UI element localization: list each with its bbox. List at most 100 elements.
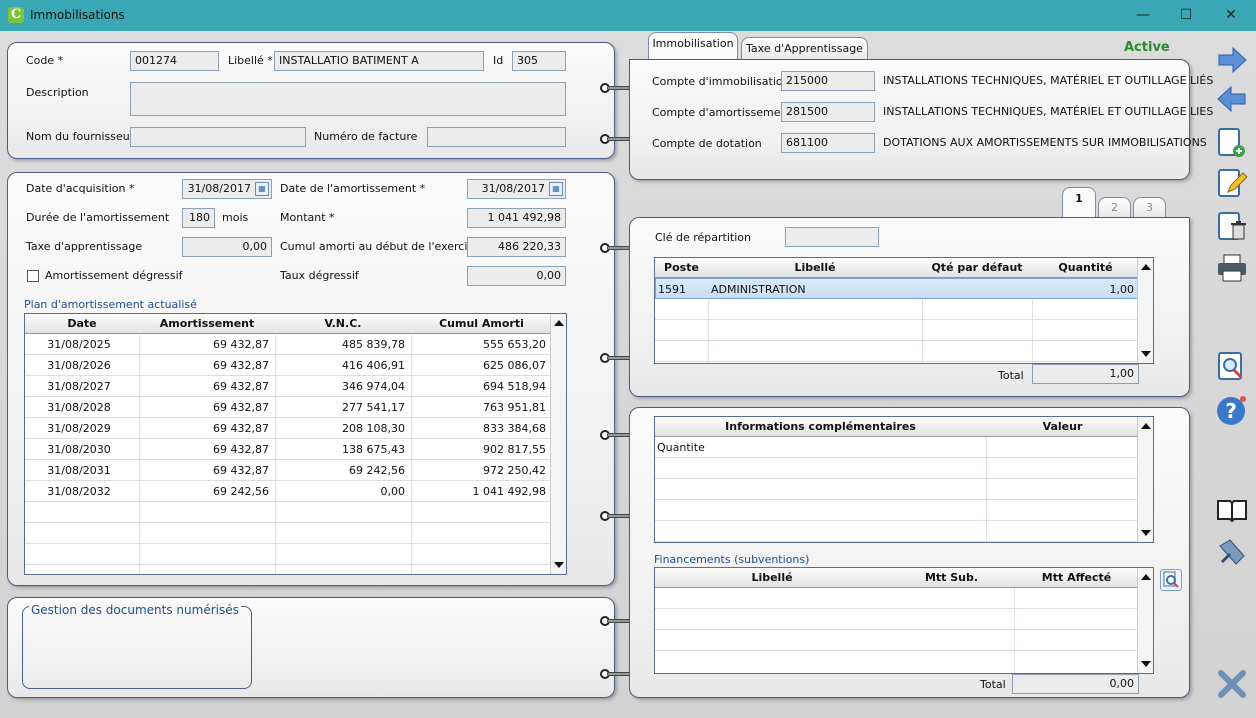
col-valeur[interactable]: Valeur [986, 417, 1139, 437]
table-row[interactable]: 31/08/2025 69 432,87 485 839,78 555 653,20 [25, 334, 552, 355]
scroll-down-icon[interactable] [1141, 661, 1151, 667]
table-row[interactable] [655, 588, 1139, 609]
delete-button[interactable] [1216, 211, 1248, 243]
taxe-label: Taxe d'apprentissage [26, 240, 143, 253]
plan-scrollbar[interactable] [550, 314, 566, 574]
search-button[interactable] [1216, 351, 1248, 383]
scroll-down-icon[interactable] [554, 562, 564, 568]
table-row[interactable] [655, 320, 1139, 341]
code-field[interactable]: 001274 [130, 51, 219, 71]
col-vnc[interactable]: V.N.C. [275, 314, 411, 334]
taux-field[interactable]: 0,00 [467, 266, 566, 286]
table-row[interactable] [25, 502, 552, 523]
table-row[interactable]: 31/08/2032 69 242,56 0,00 1 041 492,98 [25, 481, 552, 502]
col-cumul[interactable]: Cumul Amorti [411, 314, 552, 334]
financements-grid[interactable]: Libellé Mtt Sub. Mtt Affecté [654, 567, 1154, 674]
scroll-up-icon[interactable] [554, 320, 564, 326]
col-mtt-sub[interactable]: Mtt Sub. [889, 568, 1014, 588]
col-date[interactable]: Date [25, 314, 139, 334]
tab-taxe-apprentissage[interactable]: Taxe d'Apprentissage [741, 37, 868, 61]
repartition-scrollbar[interactable] [1137, 258, 1153, 363]
cell-cumul: 1 041 492,98 [472, 485, 546, 498]
repartition-grid[interactable]: Poste Libellé Qté par défaut Quantité 15… [654, 257, 1154, 364]
edit-button[interactable] [1216, 168, 1248, 200]
documents-box[interactable]: Gestion des documents numérisés [22, 603, 252, 689]
title-bar: C Immobilisations — ☐ ✕ [0, 0, 1256, 31]
table-row[interactable] [655, 479, 1139, 500]
tab-repartition-2[interactable]: 2 [1098, 197, 1131, 217]
table-row[interactable] [25, 544, 552, 565]
exit-button[interactable] [1216, 668, 1248, 700]
col-qte-defaut[interactable]: Qté par défaut [922, 258, 1032, 278]
plan-grid[interactable]: Date Amortissement V.N.C. Cumul Amorti 3… [24, 313, 567, 575]
col-quantite[interactable]: Quantité [1032, 258, 1139, 278]
compte-dotation-label: Compte de dotation [652, 137, 762, 150]
table-row[interactable]: 31/08/2026 69 432,87 416 406,91 625 086,07 [25, 355, 552, 376]
duree-field[interactable]: 180 [182, 208, 215, 228]
table-row[interactable]: 31/08/2030 69 432,87 138 675,43 902 817,55 [25, 439, 552, 460]
cell-vnc: 346 974,04 [342, 380, 405, 393]
compte-immo-field[interactable]: 215000 [781, 71, 875, 91]
id-field[interactable]: 305 [512, 51, 566, 71]
col-poste[interactable]: Poste [655, 258, 708, 278]
cle-field[interactable] [785, 227, 879, 247]
scroll-down-icon[interactable] [1141, 530, 1151, 536]
scroll-up-icon[interactable] [1141, 264, 1151, 270]
fournisseur-field[interactable] [130, 127, 306, 147]
col-libelle[interactable]: Libellé [708, 258, 922, 278]
close-button[interactable]: ✕ [1216, 4, 1246, 26]
table-row[interactable]: 1591 ADMINISTRATION 1,00 [655, 278, 1139, 299]
book-icon [1217, 500, 1247, 523]
col-informations[interactable]: Informations complémentaires [655, 417, 986, 437]
scroll-up-icon[interactable] [1141, 423, 1151, 429]
table-row[interactable]: Quantite [655, 437, 1139, 458]
table-row[interactable] [655, 500, 1139, 521]
table-row[interactable]: 31/08/2031 69 432,87 69 242,56 972 250,42 [25, 460, 552, 481]
scroll-down-icon[interactable] [1141, 351, 1151, 357]
montant-field[interactable]: 1 041 492,98 [467, 208, 566, 228]
tab-immobilisation[interactable]: Immobilisation [648, 32, 738, 59]
maximize-button[interactable]: ☐ [1171, 4, 1201, 26]
tab-repartition-3[interactable]: 3 [1133, 197, 1166, 217]
taxe-field[interactable]: 0,00 [182, 237, 272, 257]
table-row[interactable] [655, 609, 1139, 630]
table-row[interactable] [25, 523, 552, 544]
table-row[interactable] [655, 458, 1139, 479]
documentation-button[interactable] [1216, 494, 1248, 526]
calendar-icon[interactable]: ▦ [549, 182, 563, 196]
table-row[interactable]: 31/08/2027 69 432,87 346 974,04 694 518,94 [25, 376, 552, 397]
description-field[interactable] [130, 82, 566, 116]
search-subvention-button[interactable] [1160, 569, 1182, 591]
infos-scrollbar[interactable] [1137, 417, 1153, 542]
tools-button[interactable] [1216, 536, 1248, 568]
degressif-checkbox[interactable] [27, 270, 39, 282]
col-fin-libelle[interactable]: Libellé [655, 568, 889, 588]
col-amortissement[interactable]: Amortissement [139, 314, 275, 334]
previous-record-button[interactable] [1216, 83, 1248, 115]
date-acquisition-field[interactable]: 31/08/2017 ▦ [182, 179, 272, 199]
scroll-up-icon[interactable] [1141, 574, 1151, 580]
table-row[interactable]: 31/08/2028 69 432,87 277 541,17 763 951,81 [25, 397, 552, 418]
compte-dotation-field[interactable]: 681100 [781, 133, 875, 153]
calendar-icon[interactable]: ▦ [255, 182, 269, 196]
financements-scrollbar[interactable] [1137, 568, 1153, 673]
table-row[interactable] [655, 341, 1139, 362]
minimize-button[interactable]: — [1128, 4, 1158, 26]
col-mtt-affecte[interactable]: Mtt Affecté [1014, 568, 1139, 588]
next-record-button[interactable] [1216, 44, 1248, 76]
table-row[interactable]: 31/08/2029 69 432,87 208 108,30 833 384,68 [25, 418, 552, 439]
table-row[interactable] [655, 630, 1139, 651]
table-row[interactable] [655, 521, 1139, 542]
table-row[interactable] [655, 299, 1139, 320]
print-button[interactable] [1216, 252, 1248, 284]
compte-amort-field[interactable]: 281500 [781, 102, 875, 122]
cell-date: 31/08/2031 [47, 464, 111, 477]
date-amortissement-field[interactable]: 31/08/2017 ▦ [467, 179, 566, 199]
infos-grid[interactable]: Informations complémentaires Valeur Quan… [654, 416, 1154, 543]
tab-repartition-1[interactable]: 1 [1062, 187, 1096, 217]
facture-field[interactable] [427, 127, 566, 147]
libelle-field[interactable]: INSTALLATIO BATIMENT A [274, 51, 484, 71]
add-button[interactable] [1216, 127, 1248, 159]
help-button[interactable]: ? [1216, 394, 1248, 426]
cumul-field[interactable]: 486 220,33 [467, 237, 566, 257]
